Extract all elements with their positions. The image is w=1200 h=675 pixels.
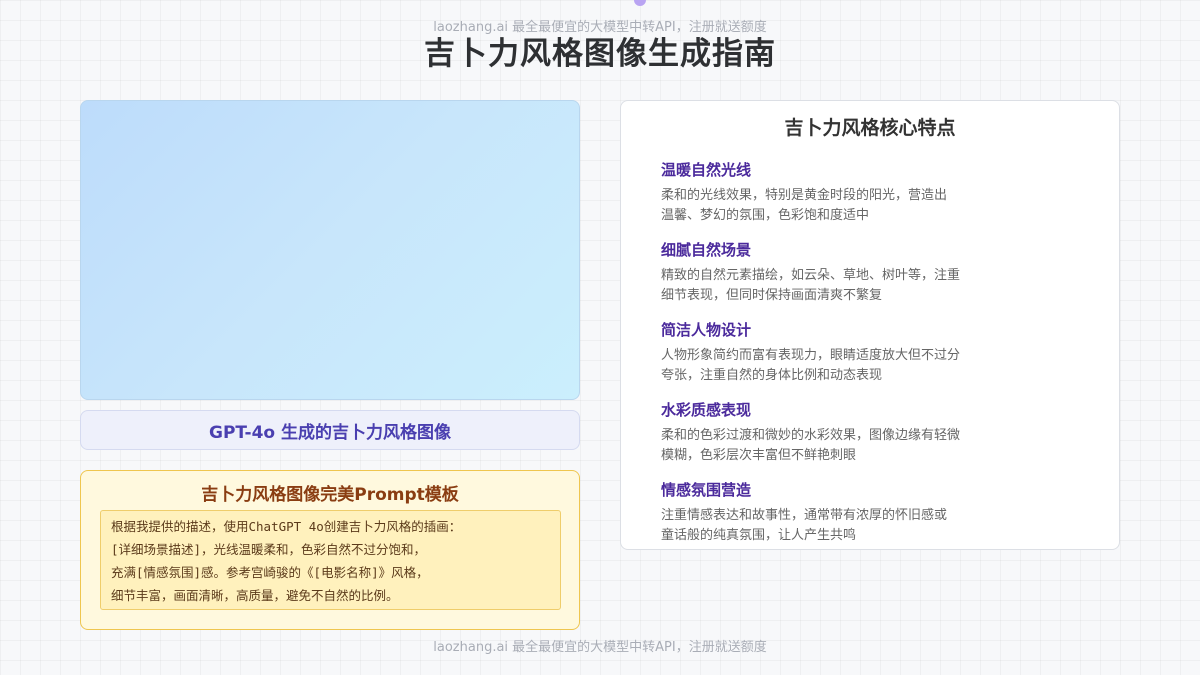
prompt-template-text[interactable]: 根据我提供的描述，使用ChatGPT 4o创建吉卜力风格的插画： [详细场景描述… <box>100 510 561 610</box>
feature-item-atmosphere: 情感氛围营造 注重情感表达和故事性，通常带有浓厚的怀旧感或 童话般的纯真氛围，让… <box>661 479 1001 546</box>
features-card: 吉卜力风格核心特点 温暖自然光线 柔和的光线效果，特别是黄金时段的阳光，营造出 … <box>620 100 1120 550</box>
feature-item-scenery: 细腻自然场景 精致的自然元素描绘，如云朵、草地、树叶等，注重 细节表现，但同时保… <box>661 239 1001 306</box>
feature-heading: 简洁人物设计 <box>661 321 752 339</box>
feature-heading: 温暖自然光线 <box>661 161 752 179</box>
prompt-line: 充满[情感氛围]感。参考宫崎骏的《[电影名称]》风格， <box>111 565 429 580</box>
feature-desc-line: 夸张，注重自然的身体比例和动态表现 <box>661 368 883 383</box>
feature-desc-line: 细节表现，但同时保持画面清爽不繁复 <box>661 288 883 303</box>
feature-heading: 水彩质感表现 <box>661 401 752 419</box>
prompt-template-card: 吉卜力风格图像完美Prompt模板 根据我提供的描述，使用ChatGPT 4o创… <box>80 470 580 630</box>
feature-desc-line: 柔和的色彩过渡和微妙的水彩效果，图像边缘有轻微 <box>661 428 961 443</box>
feature-heading: 细腻自然场景 <box>661 241 752 259</box>
feature-desc-line: 注重情感表达和故事性，通常带有浓厚的怀旧感或 <box>661 508 948 523</box>
top-indicator-dot <box>634 0 646 6</box>
feature-item-characters: 简洁人物设计 人物形象简约而富有表现力，眼睛适度放大但不过分 夸张，注重自然的身… <box>661 319 1001 386</box>
image-caption: GPT-4o 生成的吉卜力风格图像 <box>80 410 580 450</box>
feature-desc-line: 人物形象简约而富有表现力，眼睛适度放大但不过分 <box>661 348 961 363</box>
feature-desc-line: 温馨、梦幻的氛围，色彩饱和度适中 <box>661 208 870 223</box>
feature-desc-line: 柔和的光线效果，特别是黄金时段的阳光，营造出 <box>661 188 948 203</box>
prompt-line: 细节丰富，画面清晰，高质量，避免不自然的比例。 <box>111 588 399 603</box>
prompt-line: 根据我提供的描述，使用ChatGPT 4o创建吉卜力风格的插画： <box>111 519 462 534</box>
page-title: 吉卜力风格图像生成指南 <box>424 36 776 72</box>
feature-desc-line: 童话般的纯真氛围，让人产生共鸣 <box>661 528 857 543</box>
feature-heading: 情感氛围营造 <box>661 481 752 499</box>
feature-desc-line: 精致的自然元素描绘，如云朵、草地、树叶等，注重 <box>661 268 961 283</box>
prompt-line: [详细场景描述]，光线温暖柔和，色彩自然不过分饱和， <box>111 542 427 557</box>
features-title: 吉卜力风格核心特点 <box>784 117 956 139</box>
feature-item-lighting: 温暖自然光线 柔和的光线效果，特别是黄金时段的阳光，营造出 温馨、梦幻的氛围，色… <box>661 159 1001 226</box>
feature-desc-line: 模糊，色彩层次丰富但不鲜艳刺眼 <box>661 448 857 463</box>
watermark-bottom: laozhang.ai 最全最便宜的大模型中转API，注册就送额度 <box>433 640 767 655</box>
prompt-template-title: 吉卜力风格图像完美Prompt模板 <box>201 485 459 505</box>
generated-image-placeholder <box>80 100 580 400</box>
feature-item-watercolor: 水彩质感表现 柔和的色彩过渡和微妙的水彩效果，图像边缘有轻微 模糊，色彩层次丰富… <box>661 399 1001 466</box>
